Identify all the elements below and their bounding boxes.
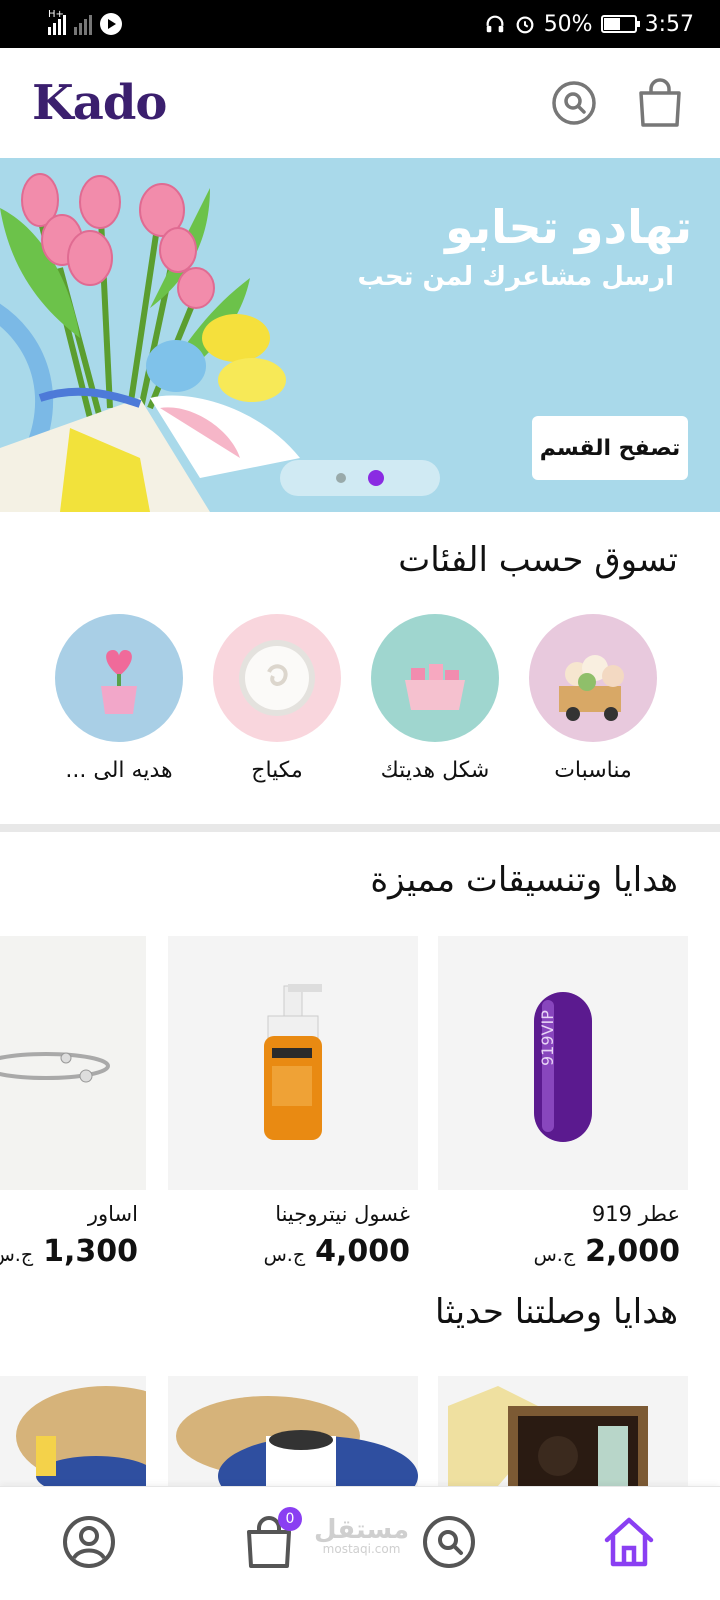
- new-product-image[interactable]: [168, 1376, 418, 1486]
- status-bar: H+ 50% 3:57: [0, 0, 720, 48]
- category-image: [371, 614, 499, 742]
- category-label: شكل هديتك: [380, 758, 490, 783]
- hero-banner[interactable]: تهادو تحابو ارسل مشاعرك لمن تحب تصفح الق…: [0, 158, 720, 512]
- banner-title: تهادو تحابو: [445, 200, 692, 254]
- category-image: [529, 614, 657, 742]
- status-left: H+: [48, 9, 122, 35]
- app-header: Kado: [0, 48, 720, 158]
- product-price: 2,000 ج.س: [438, 1234, 688, 1269]
- youtube-icon: [100, 13, 122, 35]
- battery-icon: [600, 15, 640, 33]
- bracelet-image: [0, 1052, 110, 1083]
- headphones-icon: [486, 15, 504, 33]
- currency-label: ج.س: [0, 1244, 34, 1266]
- category-makeup[interactable]: مكياج: [202, 614, 352, 783]
- new-product-image[interactable]: [0, 1376, 146, 1486]
- category-list: مناسبات شكل هديتك مكياج هديه الى ...: [0, 614, 720, 804]
- banner-subtitle: ارسل مشاعرك لمن تحب: [357, 262, 674, 292]
- product-image: 919VIP: [438, 936, 688, 1190]
- search-icon: [552, 81, 596, 125]
- nav-search[interactable]: [412, 1505, 486, 1579]
- search-button[interactable]: [546, 75, 602, 131]
- section-divider: [0, 824, 720, 832]
- signal-type-label: H+: [48, 9, 64, 20]
- carousel-indicator[interactable]: [280, 460, 440, 496]
- product-price: 4,000 ج.س: [168, 1234, 418, 1269]
- cream-jar-icon: [239, 640, 315, 716]
- product-card[interactable]: غسول نيتروجينا 4,000 ج.س: [168, 936, 418, 1269]
- browse-section-button[interactable]: تصفح القسم: [532, 416, 688, 480]
- heart-pot-icon: [101, 650, 137, 714]
- category-label: هديه الى ...: [65, 758, 173, 783]
- price-value: 4,000: [315, 1234, 410, 1269]
- app-logo[interactable]: Kado: [32, 75, 167, 131]
- home-icon: [604, 1517, 654, 1567]
- battery-percent: 50%: [543, 11, 593, 37]
- price-value: 2,000: [585, 1234, 680, 1269]
- profile-icon: [63, 1516, 115, 1568]
- gift-basket-icon: [405, 664, 465, 710]
- featured-products-carousel[interactable]: 919VIP عطر 919 2,000 ج.س غسول نيتروجينا 4…: [0, 936, 720, 1276]
- carousel-dot[interactable]: [336, 473, 346, 483]
- price-value: 1,300: [43, 1234, 138, 1269]
- search-icon: [423, 1516, 475, 1568]
- svg-text:919VIP: 919VIP: [538, 1010, 557, 1066]
- category-occasions[interactable]: مناسبات: [518, 614, 668, 783]
- category-gift-shape[interactable]: شكل هديتك: [360, 614, 510, 783]
- shopping-bag-icon: [639, 78, 681, 127]
- currency-label: ج.س: [263, 1244, 306, 1266]
- flower-truck-icon: [559, 655, 624, 721]
- watermark-text: مستقل: [314, 1515, 410, 1545]
- currency-label: ج.س: [533, 1244, 576, 1266]
- clock: 3:57: [644, 11, 694, 37]
- new-arrivals-title: هدايا وصلتنا حديثا: [434, 1292, 678, 1332]
- gift-box-image: [448, 1386, 648, 1486]
- gift-box-image: [176, 1396, 418, 1486]
- cart-button[interactable]: [632, 75, 688, 131]
- nav-home[interactable]: [592, 1505, 666, 1579]
- header-actions: [546, 75, 688, 131]
- product-image: [0, 936, 146, 1190]
- featured-title: هدايا وتنسيقات مميزة: [370, 860, 678, 900]
- bottom-nav: 0 مستقل mostaqi.com: [0, 1486, 720, 1600]
- category-gift-to[interactable]: هديه الى ...: [44, 614, 194, 783]
- product-name: غسول نيتروجينا: [275, 1202, 410, 1226]
- nav-cart[interactable]: 0: [232, 1505, 306, 1579]
- product-name: اساور: [87, 1202, 138, 1226]
- category-label: مناسبات: [554, 758, 632, 783]
- signal-secondary-icon: [74, 13, 92, 35]
- product-card[interactable]: 919VIP عطر 919 2,000 ج.س: [438, 936, 688, 1269]
- perfume-bottle-image: 919VIP: [534, 992, 592, 1142]
- category-label: مكياج: [251, 758, 303, 783]
- product-image: [168, 936, 418, 1190]
- new-arrivals-carousel[interactable]: [0, 1376, 720, 1486]
- gift-box-image: [16, 1386, 146, 1486]
- product-card[interactable]: اساور 1,300 ج.س: [0, 936, 146, 1269]
- signal-icon: H+: [48, 9, 66, 35]
- new-product-image[interactable]: [438, 1376, 688, 1486]
- carousel-dot-active[interactable]: [368, 470, 384, 486]
- categories-title: تسوق حسب الفئات: [398, 540, 678, 580]
- alarm-icon: [516, 16, 534, 34]
- watermark: مستقل mostaqi.com: [314, 1517, 409, 1555]
- status-right: 50% 3:57: [484, 12, 694, 37]
- product-price: 1,300 ج.س: [0, 1234, 146, 1269]
- nav-profile[interactable]: [52, 1505, 126, 1579]
- category-image: [213, 614, 341, 742]
- cart-count-badge: 0: [278, 1507, 302, 1531]
- product-name: عطر 919: [591, 1202, 680, 1226]
- face-wash-bottle-image: [264, 984, 322, 1140]
- watermark-url: mostaqi.com: [322, 1542, 401, 1556]
- category-image: [55, 614, 183, 742]
